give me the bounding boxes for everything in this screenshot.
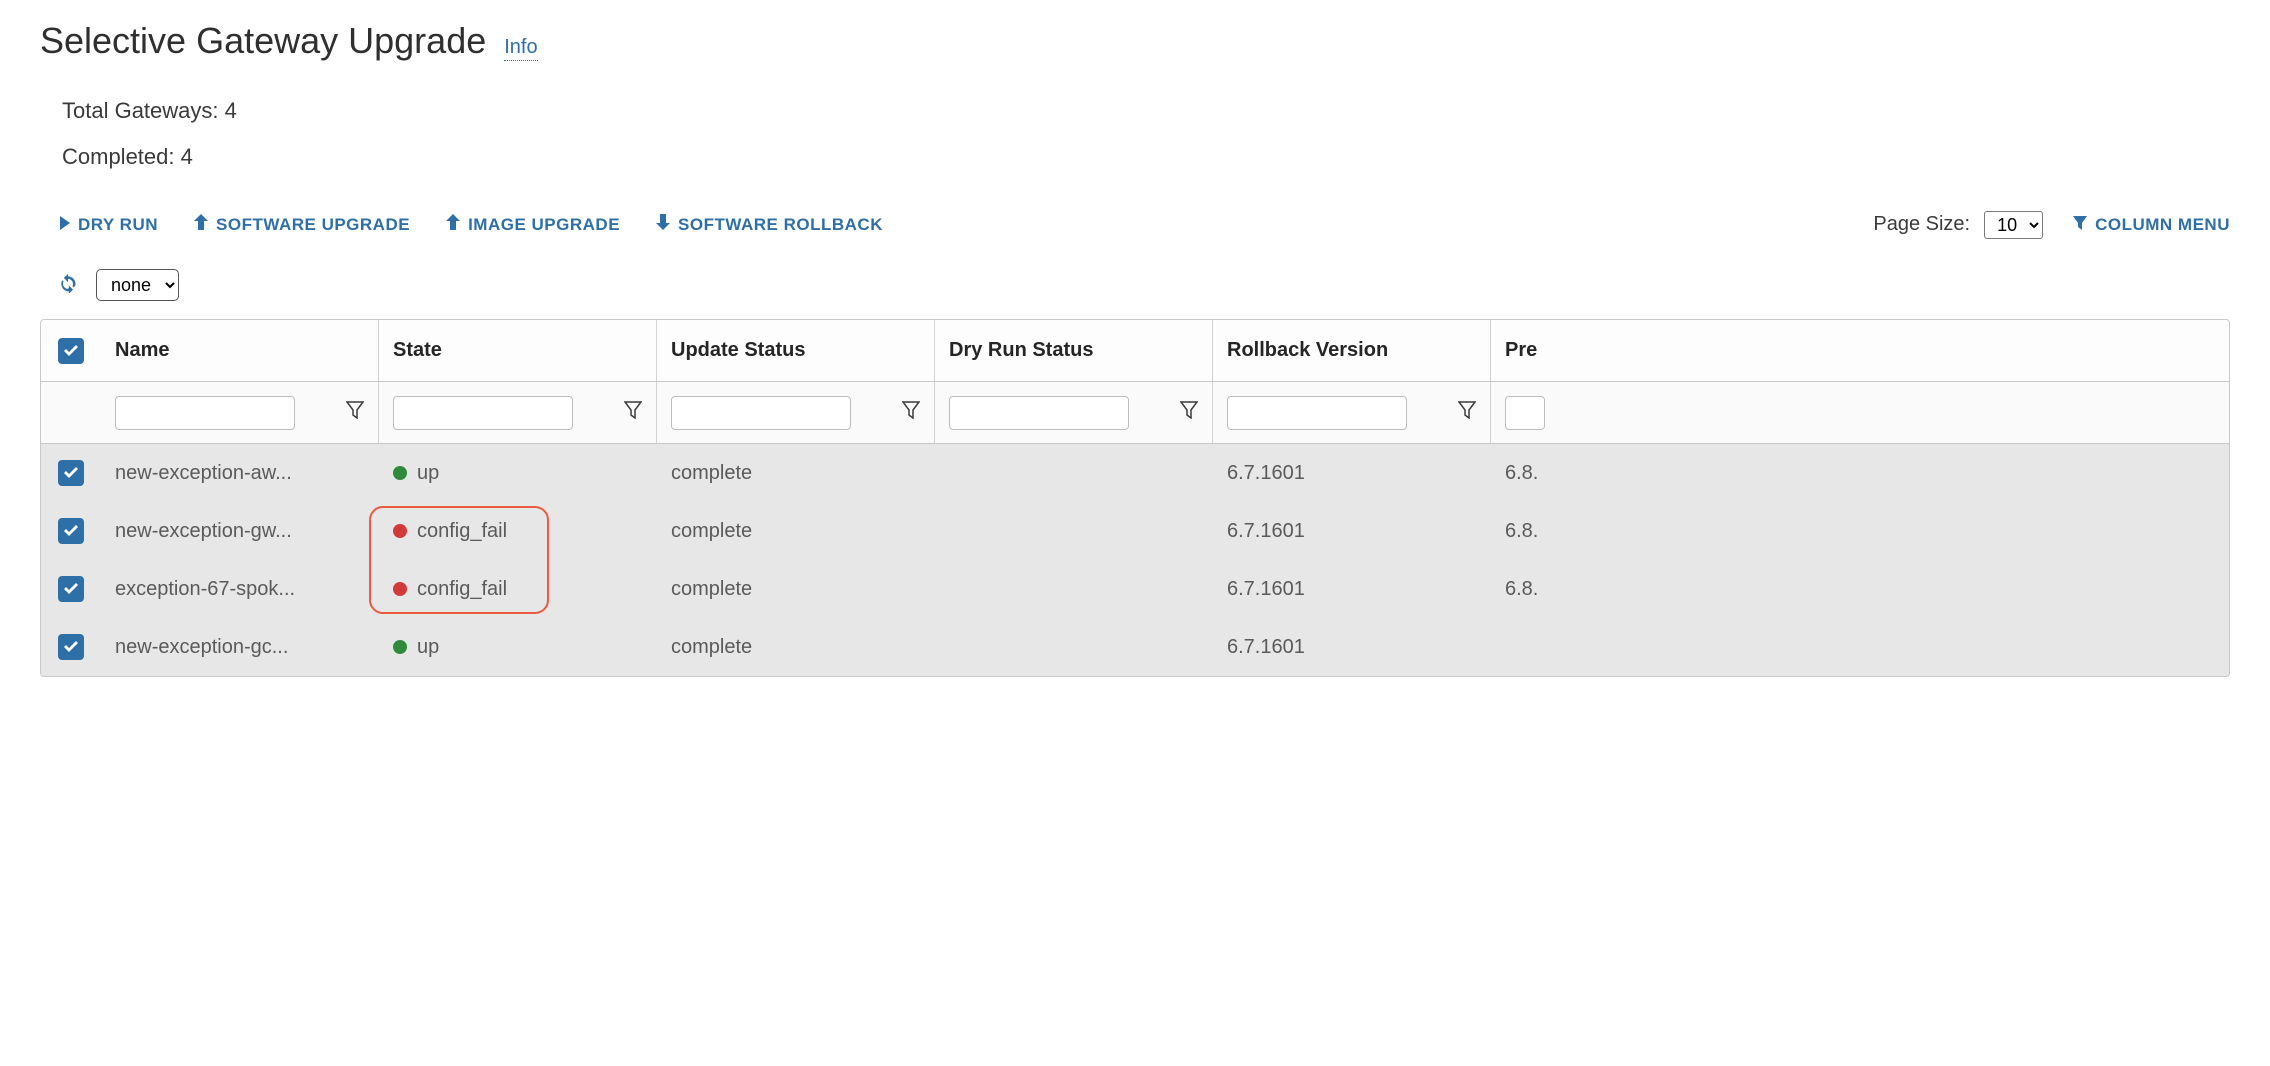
- play-icon: [60, 215, 70, 235]
- arrow-down-icon: [656, 214, 670, 235]
- row-rollback-version: 6.7.1601: [1227, 520, 1305, 543]
- info-link[interactable]: Info: [504, 36, 537, 61]
- column-menu-button[interactable]: COLUMN MENU: [2073, 215, 2230, 235]
- filter-pre-input[interactable]: [1505, 396, 1545, 430]
- filter-name-input[interactable]: [115, 396, 295, 430]
- row-state: config_fail: [417, 578, 507, 601]
- table-row[interactable]: new-exception-aw... up complete 6.7.1601…: [41, 444, 2229, 502]
- row-checkbox[interactable]: [58, 460, 84, 486]
- page-size-select[interactable]: 10: [1984, 211, 2043, 239]
- row-update-status: complete: [671, 636, 752, 659]
- funnel-icon[interactable]: [1458, 401, 1476, 424]
- status-dot-icon: [393, 582, 407, 596]
- filter-state-input[interactable]: [393, 396, 573, 430]
- filter-rollback-version-input[interactable]: [1227, 396, 1407, 430]
- row-pre: 6.8.: [1505, 578, 1538, 601]
- filter-dry-run-status-input[interactable]: [949, 396, 1129, 430]
- completed-value: 4: [181, 144, 193, 169]
- row-name: new-exception-gw...: [115, 520, 292, 543]
- funnel-icon[interactable]: [1180, 401, 1198, 424]
- row-checkbox[interactable]: [58, 518, 84, 544]
- page-size-label: Page Size:: [1873, 213, 1970, 236]
- total-gateways-label: Total Gateways:: [62, 98, 219, 123]
- software-rollback-label: SOFTWARE ROLLBACK: [678, 215, 883, 235]
- arrow-up-icon: [194, 214, 208, 235]
- row-state: up: [417, 462, 439, 485]
- col-rollback-version-header[interactable]: Rollback Version: [1227, 339, 1388, 362]
- col-update-status-header[interactable]: Update Status: [671, 339, 805, 362]
- row-rollback-version: 6.7.1601: [1227, 578, 1305, 601]
- funnel-icon[interactable]: [346, 401, 364, 424]
- dry-run-label: DRY RUN: [78, 215, 158, 235]
- select-all-checkbox[interactable]: [58, 338, 84, 364]
- row-rollback-version: 6.7.1601: [1227, 462, 1305, 485]
- row-name: new-exception-aw...: [115, 462, 292, 485]
- funnel-icon[interactable]: [902, 401, 920, 424]
- completed-counter: Completed: 4: [62, 144, 2230, 170]
- row-update-status: complete: [671, 578, 752, 601]
- row-update-status: complete: [671, 462, 752, 485]
- image-upgrade-label: IMAGE UPGRADE: [468, 215, 620, 235]
- row-checkbox[interactable]: [58, 634, 84, 660]
- row-pre: 6.8.: [1505, 462, 1538, 485]
- column-menu-label: COLUMN MENU: [2095, 215, 2230, 235]
- total-gateways-value: 4: [225, 98, 237, 123]
- col-dry-run-status-header[interactable]: Dry Run Status: [949, 339, 1093, 362]
- row-checkbox[interactable]: [58, 576, 84, 602]
- row-name: new-exception-gc...: [115, 636, 288, 659]
- row-state: up: [417, 636, 439, 659]
- software-upgrade-button[interactable]: SOFTWARE UPGRADE: [192, 210, 412, 239]
- status-dot-icon: [393, 524, 407, 538]
- software-rollback-button[interactable]: SOFTWARE ROLLBACK: [654, 210, 885, 239]
- funnel-icon: [2073, 215, 2087, 235]
- table-row[interactable]: new-exception-gw... config_fail complete…: [41, 502, 2229, 560]
- row-update-status: complete: [671, 520, 752, 543]
- refresh-button[interactable]: [58, 273, 78, 298]
- table-row[interactable]: exception-67-spok... config_fail complet…: [41, 560, 2229, 618]
- col-name-header[interactable]: Name: [115, 339, 169, 362]
- dry-run-button[interactable]: DRY RUN: [58, 211, 160, 239]
- status-dot-icon: [393, 466, 407, 480]
- table-filter-row: [41, 382, 2229, 444]
- page-title: Selective Gateway Upgrade: [40, 20, 486, 62]
- total-gateways-counter: Total Gateways: 4: [62, 98, 2230, 124]
- status-dot-icon: [393, 640, 407, 654]
- row-rollback-version: 6.7.1601: [1227, 636, 1305, 659]
- row-name: exception-67-spok...: [115, 578, 295, 601]
- col-pre-header[interactable]: Pre: [1505, 339, 1537, 362]
- funnel-icon[interactable]: [624, 401, 642, 424]
- refresh-interval-select[interactable]: none: [96, 269, 179, 301]
- row-state: config_fail: [417, 520, 507, 543]
- row-pre: 6.8.: [1505, 520, 1538, 543]
- table-row[interactable]: new-exception-gc... up complete 6.7.1601: [41, 618, 2229, 676]
- completed-label: Completed:: [62, 144, 175, 169]
- gateways-table: Name State Update Status Dry Run Status …: [40, 319, 2230, 677]
- image-upgrade-button[interactable]: IMAGE UPGRADE: [444, 210, 622, 239]
- filter-update-status-input[interactable]: [671, 396, 851, 430]
- software-upgrade-label: SOFTWARE UPGRADE: [216, 215, 410, 235]
- arrow-up-icon: [446, 214, 460, 235]
- col-state-header[interactable]: State: [393, 339, 442, 362]
- table-header: Name State Update Status Dry Run Status …: [41, 320, 2229, 382]
